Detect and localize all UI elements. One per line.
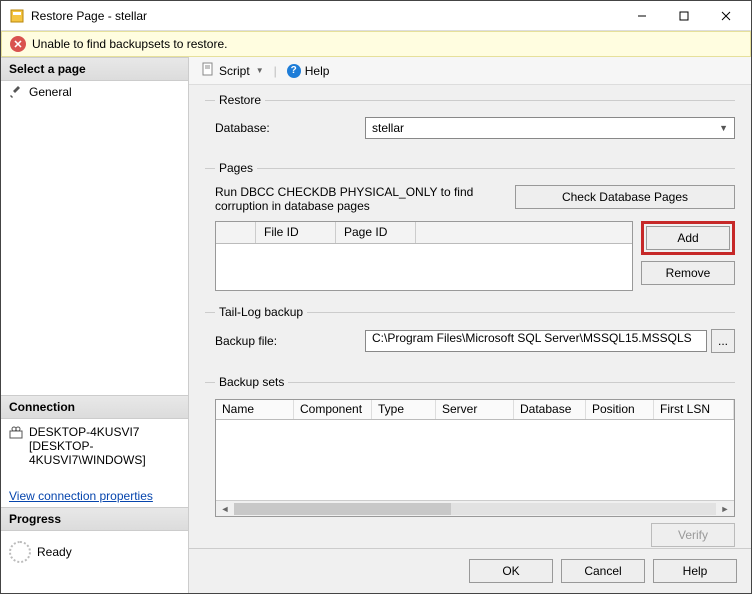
browse-button[interactable]: ... xyxy=(711,329,735,353)
col-component: Component xyxy=(294,400,372,419)
error-icon: ✕ xyxy=(10,36,26,52)
check-database-pages-button[interactable]: Check Database Pages xyxy=(515,185,735,209)
scroll-right-icon[interactable]: ► xyxy=(718,504,732,514)
sidebar: Select a page General Connection DESKTOP… xyxy=(1,57,189,593)
add-button-highlight: Add xyxy=(641,221,735,255)
dropdown-chevron-icon: ▼ xyxy=(256,66,264,75)
verify-button: Verify xyxy=(651,523,735,547)
grid-corner xyxy=(216,222,256,243)
help-icon: ? xyxy=(287,64,301,78)
select-page-header: Select a page xyxy=(1,57,188,81)
backup-sets-grid[interactable]: Name Component Type Server Database Posi… xyxy=(215,399,735,517)
connection-server: DESKTOP-4KUSVI7 xyxy=(29,425,180,439)
server-icon xyxy=(9,425,23,442)
scroll-thumb[interactable] xyxy=(234,503,451,515)
connection-info: DESKTOP-4KUSVI7 [DESKTOP-4KUSVI7\WINDOWS… xyxy=(1,419,188,485)
script-button[interactable]: Script ▼ xyxy=(197,60,268,81)
col-database: Database xyxy=(514,400,586,419)
col-first-lsn: First LSN xyxy=(654,400,734,419)
dialog-footer: OK Cancel Help xyxy=(189,548,751,593)
backup-sets-group: Backup sets Name Component Type Server D… xyxy=(205,375,735,548)
minimize-button[interactable] xyxy=(621,2,663,30)
database-label: Database: xyxy=(215,121,365,135)
message-bar: ✕ Unable to find backupsets to restore. xyxy=(1,31,751,57)
database-value: stellar xyxy=(372,121,404,135)
backup-file-label: Backup file: xyxy=(215,334,365,348)
database-select[interactable]: stellar ▼ xyxy=(365,117,735,139)
pages-legend: Pages xyxy=(215,161,257,175)
connection-header: Connection xyxy=(1,395,188,419)
sidebar-item-general[interactable]: General xyxy=(1,81,188,103)
restore-legend: Restore xyxy=(215,93,265,107)
col-position: Position xyxy=(586,400,654,419)
view-connection-properties-link[interactable]: View connection properties xyxy=(9,489,153,503)
message-text: Unable to find backupsets to restore. xyxy=(32,37,227,51)
scroll-left-icon[interactable]: ◄ xyxy=(218,504,232,514)
restore-group: Restore Database: stellar ▼ xyxy=(205,93,735,153)
main-panel: Script ▼ | ? Help Restore Database: stel… xyxy=(189,57,751,593)
col-file-id: File ID xyxy=(256,222,336,243)
add-button[interactable]: Add xyxy=(646,226,730,250)
col-page-id: Page ID xyxy=(336,222,416,243)
toolbar: Script ▼ | ? Help xyxy=(189,57,751,85)
app-icon xyxy=(9,8,25,24)
progress-status-text: Ready xyxy=(37,545,72,559)
pages-hint: Run DBCC CHECKDB PHYSICAL_ONLY to find c… xyxy=(215,185,497,213)
pages-group: Pages Run DBCC CHECKDB PHYSICAL_ONLY to … xyxy=(205,161,735,297)
script-icon xyxy=(201,62,215,79)
ok-button[interactable]: OK xyxy=(469,559,553,583)
horizontal-scrollbar[interactable]: ◄ ► xyxy=(216,500,734,516)
dialog-window: Restore Page - stellar ✕ Unable to find … xyxy=(0,0,752,594)
remove-button[interactable]: Remove xyxy=(641,261,735,285)
col-name: Name xyxy=(216,400,294,419)
progress-spinner-icon xyxy=(9,541,31,563)
maximize-button[interactable] xyxy=(663,2,705,30)
tail-log-legend: Tail-Log backup xyxy=(215,305,307,319)
connection-auth: [DESKTOP-4KUSVI7\WINDOWS] xyxy=(29,439,180,467)
window-buttons xyxy=(621,2,747,30)
titlebar[interactable]: Restore Page - stellar xyxy=(1,1,751,31)
col-type: Type xyxy=(372,400,436,419)
tail-log-group: Tail-Log backup Backup file: C:\Program … xyxy=(205,305,735,367)
help-toolbar-button[interactable]: ? Help xyxy=(283,62,334,80)
close-button[interactable] xyxy=(705,2,747,30)
window-title: Restore Page - stellar xyxy=(31,9,621,23)
backup-file-input[interactable]: C:\Program Files\Microsoft SQL Server\MS… xyxy=(365,330,707,352)
progress-status-area: Ready xyxy=(1,531,188,593)
pages-grid[interactable]: File ID Page ID xyxy=(215,221,633,291)
backup-sets-legend: Backup sets xyxy=(215,375,288,389)
help-button[interactable]: Help xyxy=(653,559,737,583)
wrench-icon xyxy=(9,85,23,99)
col-server: Server xyxy=(436,400,514,419)
sidebar-item-label: General xyxy=(29,85,72,99)
cancel-button[interactable]: Cancel xyxy=(561,559,645,583)
chevron-down-icon: ▼ xyxy=(719,123,728,133)
progress-header: Progress xyxy=(1,507,188,531)
